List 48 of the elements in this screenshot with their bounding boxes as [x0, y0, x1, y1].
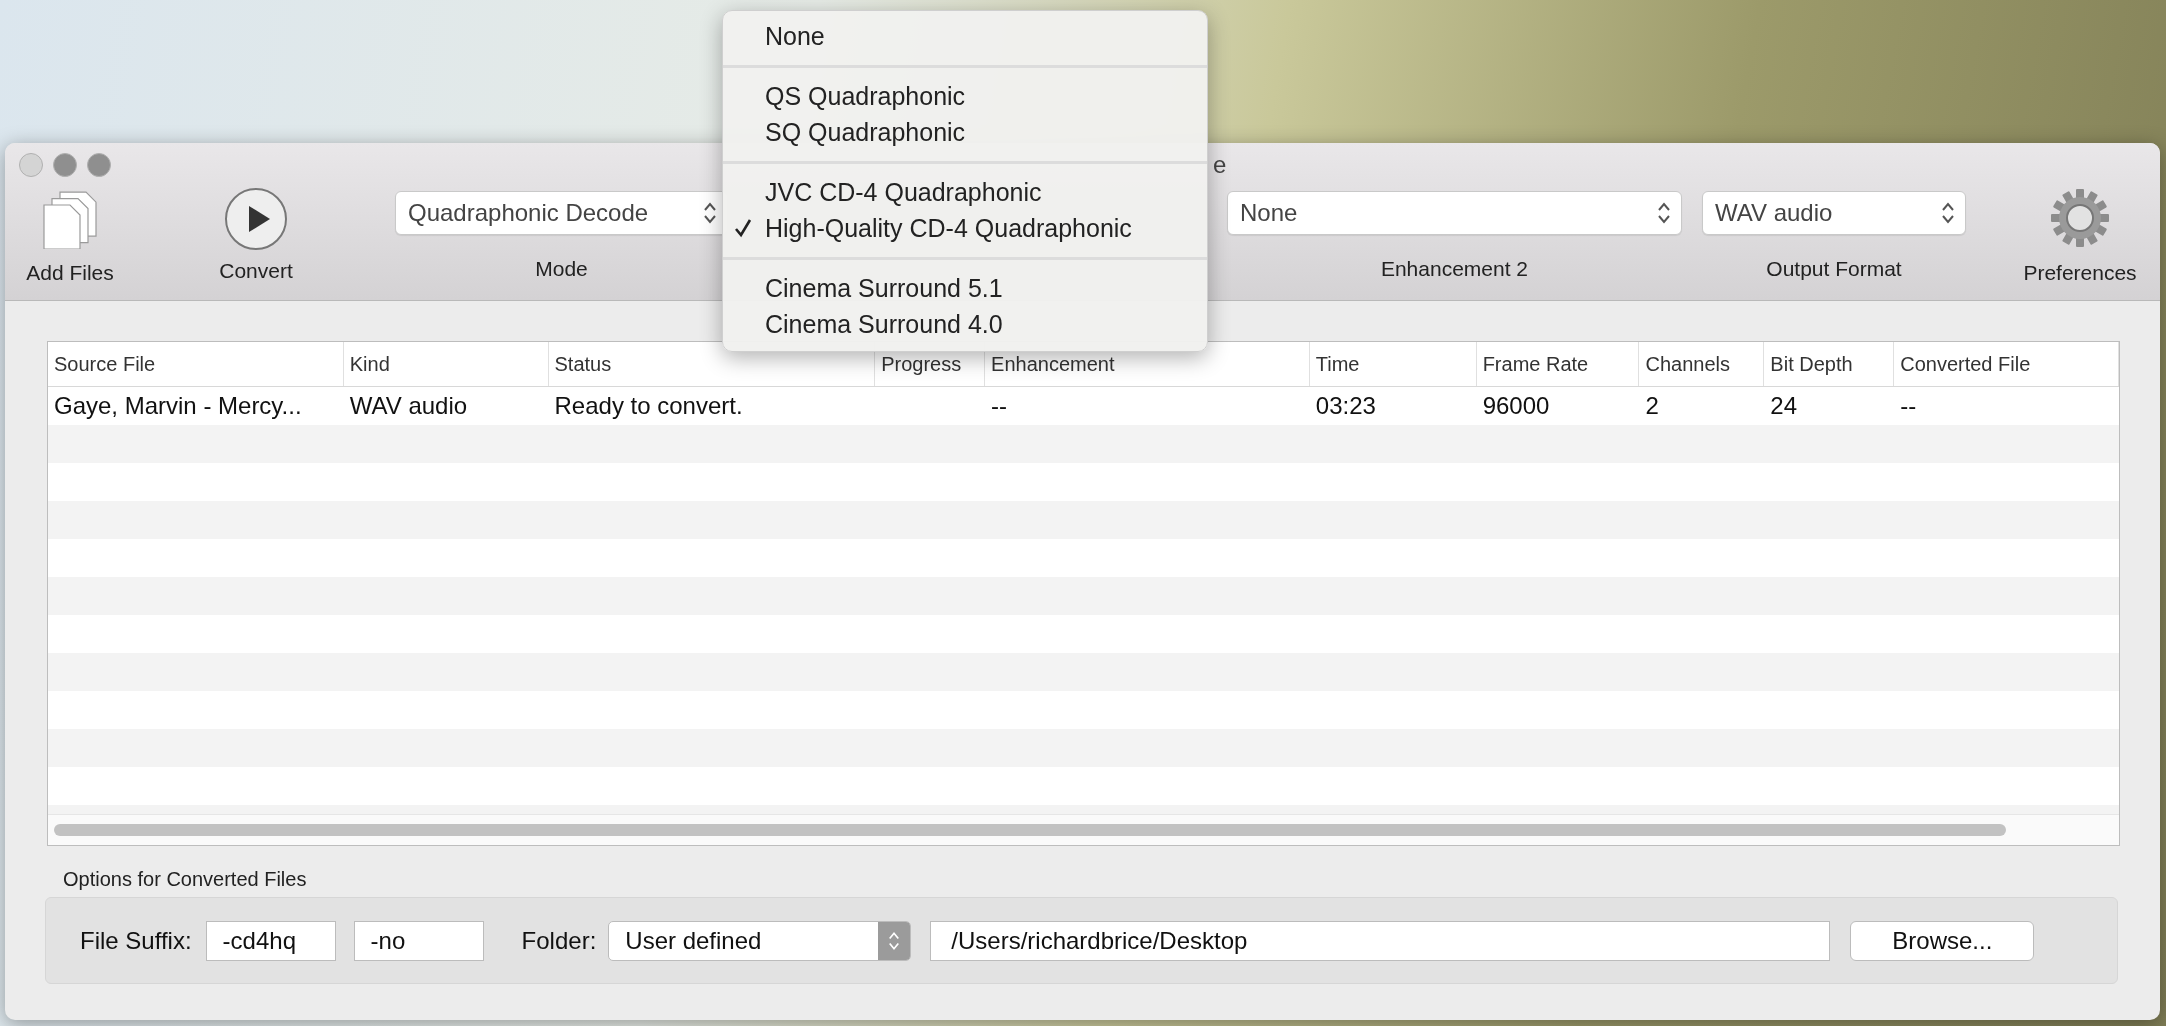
table-cell-text: 96000: [1481, 391, 1551, 421]
table-cell-text: 2: [1644, 391, 1660, 421]
column-header[interactable]: Bit Depth: [1764, 342, 1895, 386]
stepper-icon: [703, 201, 717, 225]
table-cell-text: Ready to convert.: [553, 391, 744, 421]
input-field[interactable]: -cd4hq: [205, 920, 336, 961]
column-header[interactable]: Converted File: [1894, 342, 2119, 386]
folder-popup[interactable]: User defined: [608, 920, 912, 961]
window-title: e: [1213, 151, 1227, 179]
add-files-button[interactable]: Add Files: [26, 187, 114, 285]
table-cell-text: Gaye, Marvin - Mercy...: [53, 391, 303, 421]
table-cell-text: 24: [1769, 391, 1799, 421]
column-header[interactable]: Source File: [48, 342, 344, 386]
column-header[interactable]: Channels: [1639, 342, 1765, 386]
table-cell-text: --: [1899, 391, 1918, 421]
minimize-button[interactable]: [53, 153, 77, 177]
table-cell-text: 03:23: [1314, 391, 1377, 421]
group-title: Options for Converted Files: [63, 868, 308, 891]
menu-item[interactable]: Cinema Surround 5.1: [723, 270, 1207, 306]
field-label: Folder:: [521, 926, 597, 955]
close-button[interactable]: [19, 153, 43, 177]
select-popup[interactable]: None: [1227, 191, 1682, 235]
browse-button[interactable]: Browse...: [1850, 920, 2035, 961]
preferences-button[interactable]: Preferences: [2023, 187, 2137, 285]
settings-icon: [2049, 187, 2111, 249]
play-icon: [224, 187, 288, 251]
scrollbar-thumb[interactable]: [54, 824, 2006, 836]
popup-label: Enhancement 2: [1380, 257, 1529, 281]
column-header[interactable]: Time: [1309, 342, 1477, 386]
field-label: File Suffix:: [80, 926, 192, 955]
checkmark-icon: [733, 218, 753, 238]
zoom-button[interactable]: [87, 153, 111, 177]
popup-label: Mode: [535, 257, 588, 281]
table-cell-text: WAV audio: [348, 391, 469, 421]
path-field[interactable]: /Users/richardbrice/Desktop: [930, 920, 1831, 961]
column-header[interactable]: Frame Rate: [1476, 342, 1640, 386]
menu-item[interactable]: Cinema Surround 4.0: [723, 306, 1207, 342]
select-popup[interactable]: WAV audio: [1702, 191, 1966, 235]
stepper-icon: [1657, 201, 1671, 225]
menu-item[interactable]: SQ Quadraphonic: [723, 114, 1207, 150]
menu-item[interactable]: None: [723, 18, 1207, 54]
input-field[interactable]: -no: [353, 920, 484, 961]
column-header[interactable]: Kind: [343, 342, 549, 386]
stepper-icon: [1941, 201, 1955, 225]
table-cell-text: --: [990, 391, 1009, 421]
convert-button[interactable]: Convert: [219, 187, 293, 283]
popup-label: Output Format: [1766, 257, 1902, 281]
menu-item[interactable]: QS Quadraphonic: [723, 78, 1207, 114]
